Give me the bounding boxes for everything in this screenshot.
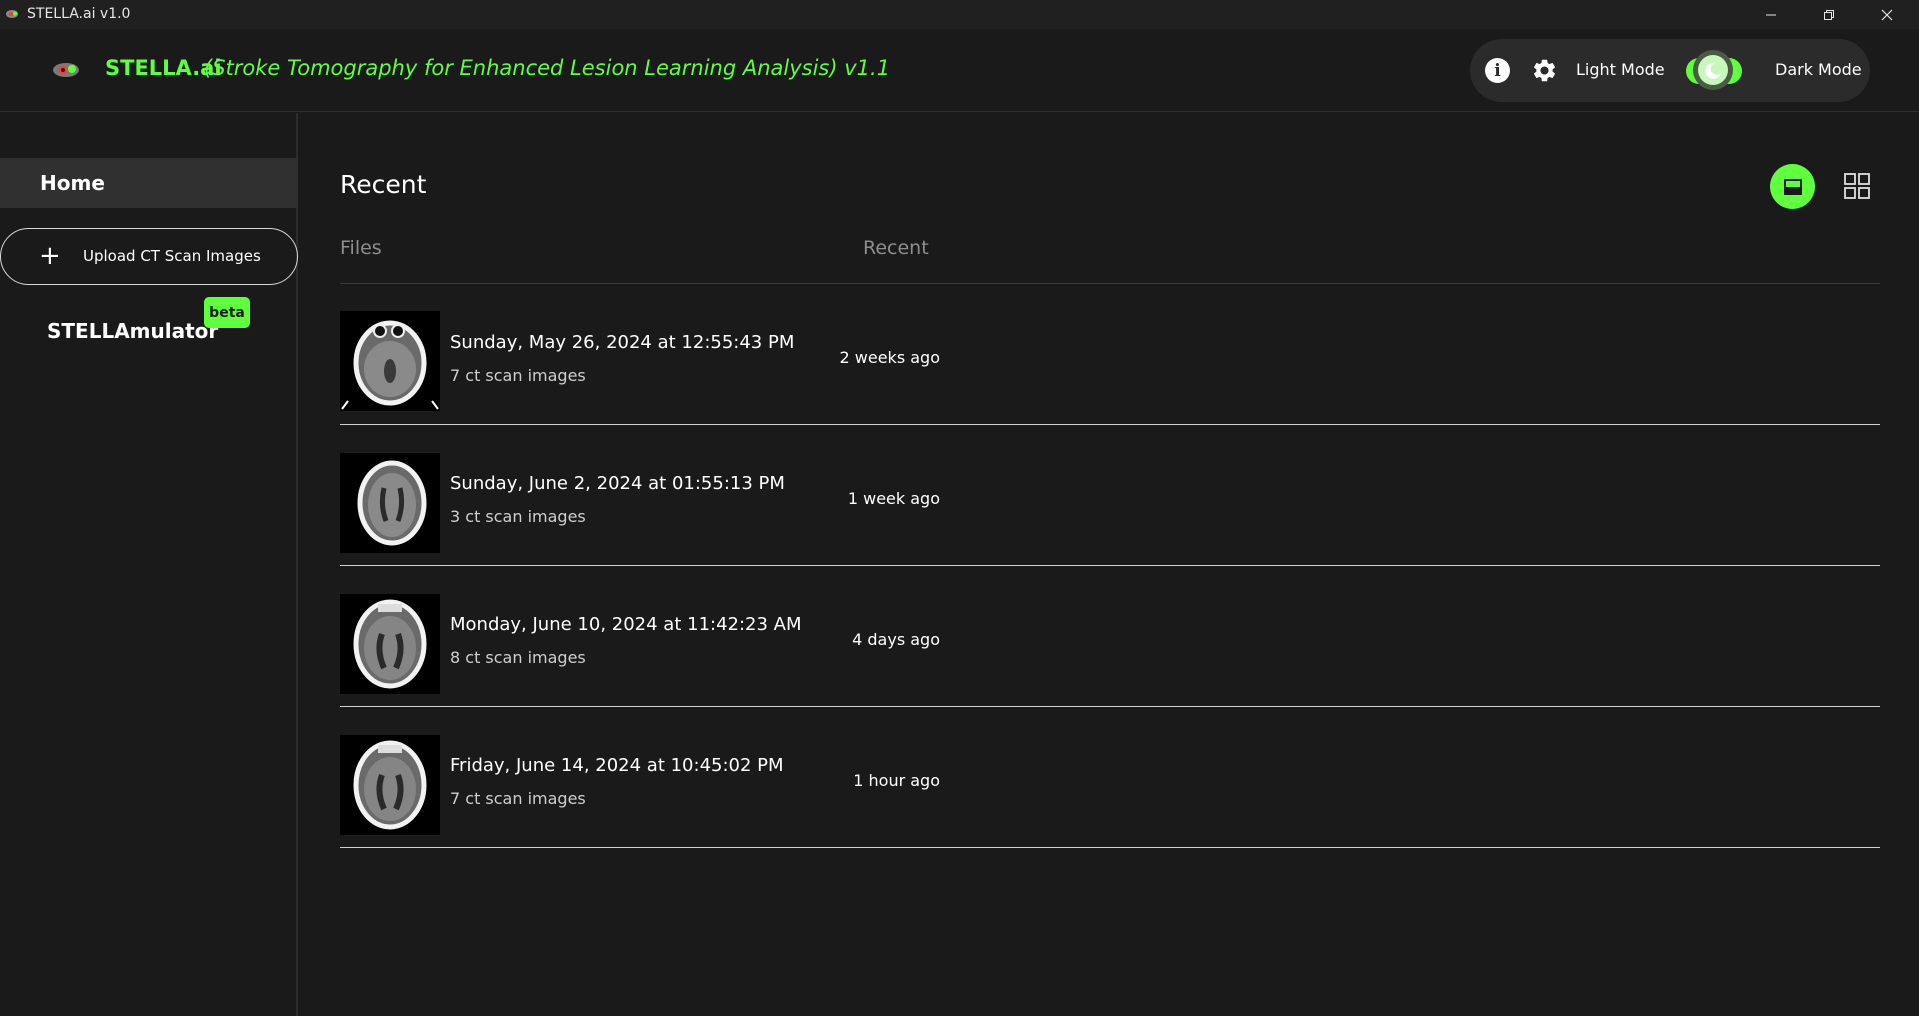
close-icon bbox=[1881, 9, 1893, 20]
scan-relative-time: 2 weeks ago bbox=[839, 348, 940, 367]
scan-count: 3 ct scan images bbox=[450, 507, 586, 526]
scan-relative-time: 4 days ago bbox=[852, 630, 940, 649]
sidebar-item-stellamulator[interactable]: STELLAmulator bbox=[47, 319, 218, 343]
list-item[interactable]: Sunday, June 2, 2024 at 01:55:13 PM 3 ct… bbox=[340, 425, 1880, 566]
ct-scan-thumbnail bbox=[340, 311, 440, 411]
sidebar-item-home[interactable]: Home bbox=[0, 158, 298, 208]
scan-count: 8 ct scan images bbox=[450, 648, 586, 667]
scan-count: 7 ct scan images bbox=[450, 366, 586, 385]
close-button[interactable] bbox=[1858, 0, 1916, 29]
ct-scan-thumbnail bbox=[340, 735, 440, 835]
scan-count: 7 ct scan images bbox=[450, 789, 586, 808]
app-logo-icon bbox=[6, 10, 18, 18]
light-mode-label: Light Mode bbox=[1576, 60, 1665, 79]
restore-icon bbox=[1824, 9, 1834, 20]
dark-mode-label: Dark Mode bbox=[1775, 60, 1862, 79]
column-header-recent: Recent bbox=[863, 237, 929, 259]
sidebar: Home + Upload CT Scan Images STELLAmulat… bbox=[0, 113, 298, 1016]
window-titlebar: STELLA.ai v1.0 bbox=[0, 0, 1919, 29]
main-content: Recent Files Recent Sunday, May 26, 2024… bbox=[300, 113, 1919, 1016]
sidebar-item-label: Home bbox=[40, 171, 105, 195]
list-item[interactable]: Monday, June 10, 2024 at 11:42:23 AM 8 c… bbox=[340, 566, 1880, 707]
list-item[interactable]: Friday, June 14, 2024 at 10:45:02 PM 7 c… bbox=[340, 707, 1880, 848]
list-view-button[interactable] bbox=[1770, 164, 1815, 209]
brand-subtitle: (Stroke Tomography for Enhanced Lesion L… bbox=[204, 56, 891, 80]
minimize-button[interactable] bbox=[1742, 0, 1800, 29]
ct-scan-thumbnail bbox=[340, 594, 440, 694]
list-view-icon bbox=[1783, 178, 1802, 195]
header-controls: i Light Mode Dark Mode bbox=[1470, 39, 1870, 102]
info-button[interactable]: i bbox=[1485, 58, 1510, 83]
info-icon: i bbox=[1494, 60, 1501, 81]
list-item[interactable]: Sunday, May 26, 2024 at 12:55:43 PM 7 ct… bbox=[340, 284, 1880, 425]
window-title: STELLA.ai v1.0 bbox=[27, 6, 131, 22]
minimize-icon bbox=[1766, 14, 1776, 15]
gear-icon[interactable] bbox=[1531, 57, 1558, 84]
restore-button[interactable] bbox=[1800, 0, 1858, 29]
column-header-files: Files bbox=[340, 237, 382, 259]
grid-view-icon[interactable] bbox=[1843, 172, 1871, 200]
stella-logo-icon bbox=[53, 63, 79, 77]
moon-icon bbox=[1698, 55, 1728, 85]
scan-date: Monday, June 10, 2024 at 11:42:23 AM bbox=[450, 614, 802, 635]
app-header: STELLA.ai (Stroke Tomography for Enhance… bbox=[0, 29, 1919, 112]
scan-relative-time: 1 hour ago bbox=[853, 771, 940, 790]
plus-icon: + bbox=[39, 241, 61, 271]
upload-button-label: Upload CT Scan Images bbox=[83, 247, 261, 265]
scan-date: Sunday, May 26, 2024 at 12:55:43 PM bbox=[450, 332, 795, 353]
page-title: Recent bbox=[340, 170, 427, 199]
scan-date: Friday, June 14, 2024 at 10:45:02 PM bbox=[450, 755, 784, 776]
scan-relative-time: 1 week ago bbox=[847, 489, 940, 508]
upload-ct-scan-button[interactable]: + Upload CT Scan Images bbox=[0, 228, 298, 285]
ct-scan-thumbnail bbox=[340, 453, 440, 553]
theme-toggle-knob[interactable] bbox=[1693, 50, 1733, 90]
beta-badge: beta bbox=[204, 297, 250, 328]
scan-date: Sunday, June 2, 2024 at 01:55:13 PM bbox=[450, 473, 785, 494]
